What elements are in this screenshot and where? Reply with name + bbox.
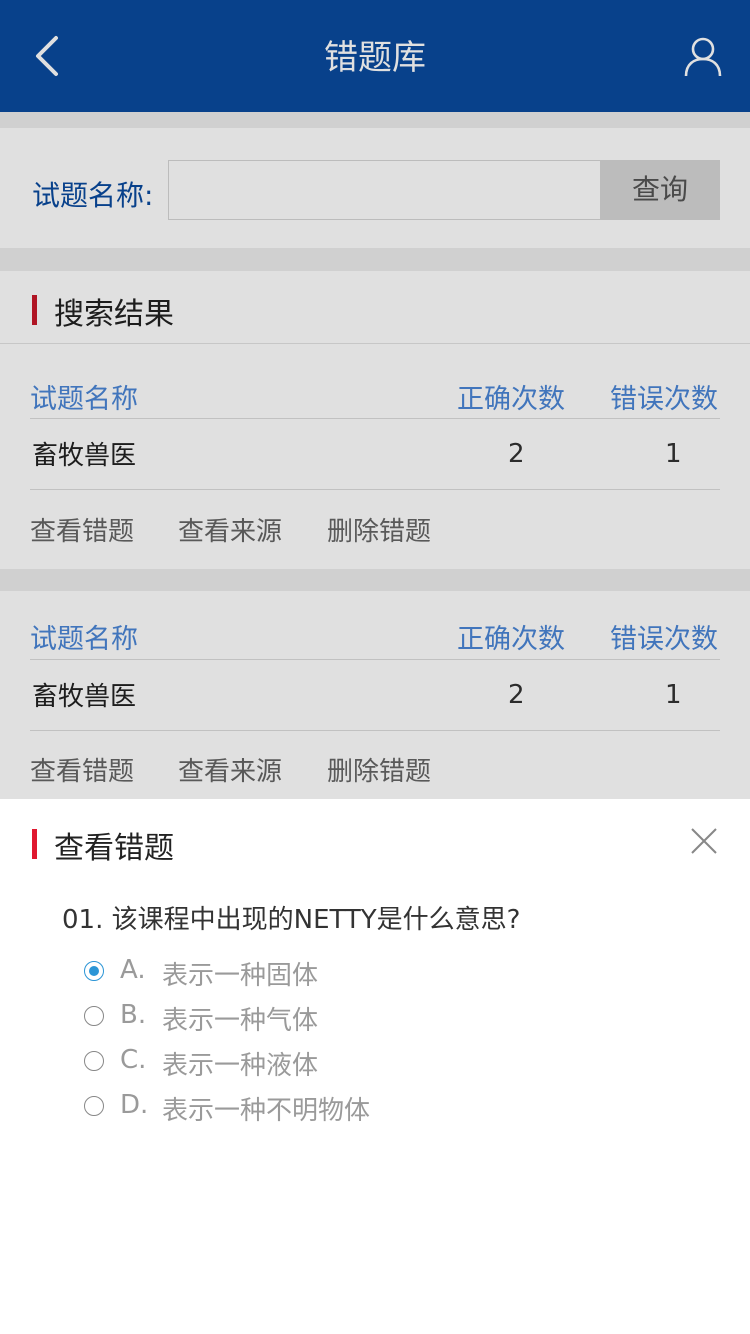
- radio-icon[interactable]: [84, 1006, 104, 1026]
- radio-icon[interactable]: [84, 1096, 104, 1116]
- radio-checked-icon[interactable]: [84, 961, 104, 981]
- sheet-accent-bar: [32, 829, 37, 859]
- option-letter: D.: [120, 1090, 149, 1120]
- option-letter: B.: [120, 1000, 147, 1030]
- question-text: 01. 该课程中出现的NETTY是什么意思?: [62, 905, 521, 935]
- option-text: 表示一种固体: [162, 961, 319, 991]
- option-text: 表示一种气体: [162, 1006, 319, 1036]
- option-letter: A.: [120, 955, 146, 985]
- wrong-question-sheet: 查看错题 01. 该课程中出现的NETTY是什么意思? A. 表示一种固体 B.…: [0, 799, 750, 1334]
- sheet-title: 查看错题: [54, 831, 174, 866]
- close-icon[interactable]: [688, 825, 720, 857]
- option-letter: C.: [120, 1045, 147, 1075]
- option-text: 表示一种不明物体: [162, 1096, 371, 1126]
- option-text: 表示一种液体: [162, 1051, 319, 1081]
- radio-icon[interactable]: [84, 1051, 104, 1071]
